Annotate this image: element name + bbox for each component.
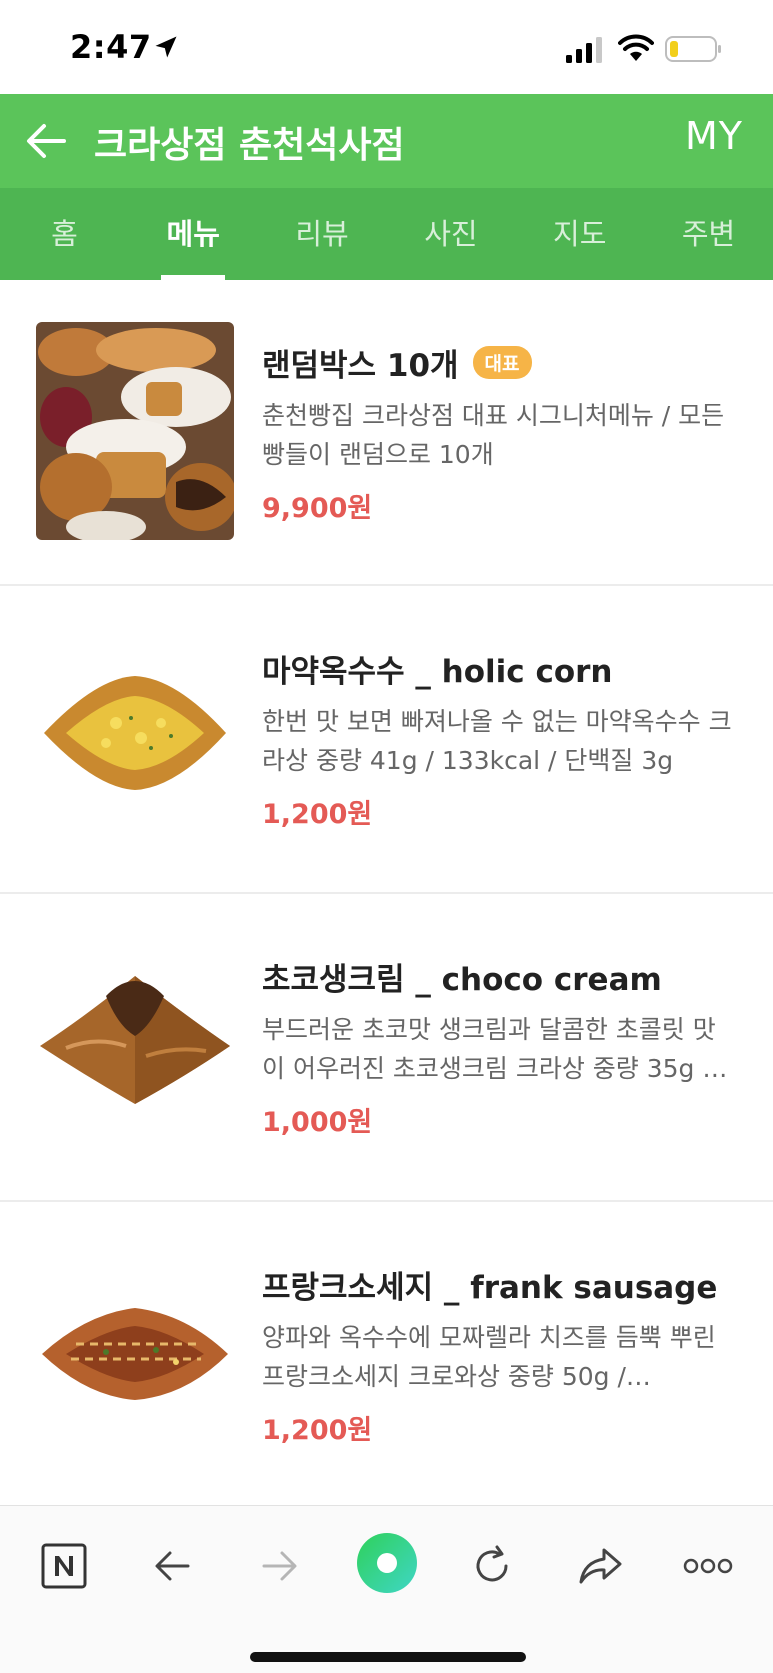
menu-item-body: 초코생크림 _ choco cream 부드러운 초코맛 생크림과 달콤한 초콜…	[262, 954, 742, 1139]
menu-list: 랜덤박스 10개 대표 춘천빵집 크라상점 대표 시그니처메뉴 / 모든 빵들이…	[0, 280, 773, 1510]
menu-item-description: 부드러운 초코맛 생크림과 달콤한 초콜릿 맛이 어우러진 초코생크림 크라상 …	[262, 1015, 716, 1083]
menu-item-price: 1,200원	[262, 1415, 373, 1446]
more-button[interactable]	[678, 1536, 738, 1596]
tab-photo[interactable]: 사진	[386, 188, 515, 280]
back-arrow-icon	[155, 1551, 190, 1581]
choco-cream-photo	[36, 936, 234, 1154]
menu-item[interactable]: 마약옥수수 _ holic corn 한번 맛 보면 빠져나올 수 없는 마약옥…	[0, 586, 773, 894]
menu-item-description: 한번 맛 보면 빠져나올 수 없는 마약옥수수 크라상 중량 41g / 133…	[262, 707, 732, 775]
frank-sausage-photo	[36, 1244, 234, 1462]
random-box-photo	[36, 322, 234, 540]
menu-item-description: 양파와 옥수수에 모짜렐라 치즈를 듬뿍 뿌린 프랑크소세지 크로와상 중량 5…	[262, 1323, 716, 1391]
wifi-icon	[618, 34, 654, 61]
home-indicator[interactable]	[250, 1652, 526, 1662]
menu-item-price: 1,200원	[262, 799, 373, 830]
menu-item-name: 랜덤박스 10개	[262, 347, 459, 384]
menu-item-name: 마약옥수수 _ holic corn	[262, 653, 613, 690]
green-dot-icon	[357, 1533, 417, 1593]
battery-icon	[665, 36, 721, 62]
location-arrow-icon	[155, 36, 177, 58]
naver-n-icon	[41, 1543, 87, 1589]
menu-item[interactable]: 초코생크림 _ choco cream 부드러운 초코맛 생크림과 달콤한 초콜…	[0, 894, 773, 1202]
menu-item-body: 프랑크소세지 _ frank sausage 양파와 옥수수에 모짜렐라 치즈를…	[262, 1262, 742, 1447]
share-icon	[579, 1548, 622, 1584]
menu-item-price: 1,000원	[262, 1107, 373, 1138]
menu-item[interactable]: 프랑크소세지 _ frank sausage 양파와 옥수수에 모짜렐라 치즈를…	[0, 1202, 773, 1510]
store-title: 크라상점 춘천석사점	[94, 125, 405, 166]
menu-item-description: 춘천빵집 크라상점 대표 시그니처메뉴 / 모든 빵들이 랜덤으로 10개	[262, 401, 725, 469]
tab-home[interactable]: 홈	[0, 188, 129, 280]
menu-item-title-row: 초코생크림 _ choco cream	[262, 954, 742, 998]
refresh-button[interactable]	[462, 1536, 522, 1596]
holic-corn-photo	[36, 628, 234, 846]
store-header: 크라상점 춘천석사점 MY	[0, 94, 773, 188]
my-button[interactable]: MY	[685, 114, 743, 158]
menu-item[interactable]: 랜덤박스 10개 대표 춘천빵집 크라상점 대표 시그니처메뉴 / 모든 빵들이…	[0, 280, 773, 586]
menu-item-title-row: 마약옥수수 _ holic corn	[262, 646, 742, 690]
menu-item-body: 마약옥수수 _ holic corn 한번 맛 보면 빠져나올 수 없는 마약옥…	[262, 646, 742, 831]
menu-item-title-row: 랜덤박스 10개 대표	[262, 340, 742, 384]
tab-review[interactable]: 리뷰	[258, 188, 387, 280]
status-bar: 2:47	[0, 0, 773, 94]
refresh-icon	[476, 1545, 508, 1582]
menu-item-name: 프랑크소세지 _ frank sausage	[262, 1269, 718, 1306]
green-dot-button[interactable]	[356, 1532, 418, 1594]
forward-arrow-icon	[262, 1551, 297, 1581]
browser-toolbar	[0, 1505, 773, 1673]
back-arrow-icon[interactable]	[20, 114, 74, 168]
tab-menu[interactable]: 메뉴	[129, 188, 258, 280]
menu-item-body: 랜덤박스 10개 대표 춘천빵집 크라상점 대표 시그니처메뉴 / 모든 빵들이…	[262, 340, 742, 525]
forward-button[interactable]	[250, 1536, 310, 1596]
back-button[interactable]	[142, 1536, 202, 1596]
menu-item-title-row: 프랑크소세지 _ frank sausage	[262, 1262, 742, 1306]
menu-item-price: 9,900원	[262, 493, 373, 524]
signature-badge: 대표	[472, 345, 532, 379]
cellular-signal-icon	[566, 37, 602, 63]
naver-home-button[interactable]	[34, 1536, 94, 1596]
status-time: 2:47	[70, 28, 152, 66]
tab-nearby[interactable]: 주변	[644, 188, 773, 280]
menu-item-name: 초코생크림 _ choco cream	[262, 961, 662, 998]
tab-bar: 홈 메뉴 리뷰 사진 지도 주변	[0, 188, 773, 280]
more-icon	[683, 1558, 733, 1574]
tab-map[interactable]: 지도	[515, 188, 644, 280]
share-button[interactable]	[570, 1536, 630, 1596]
